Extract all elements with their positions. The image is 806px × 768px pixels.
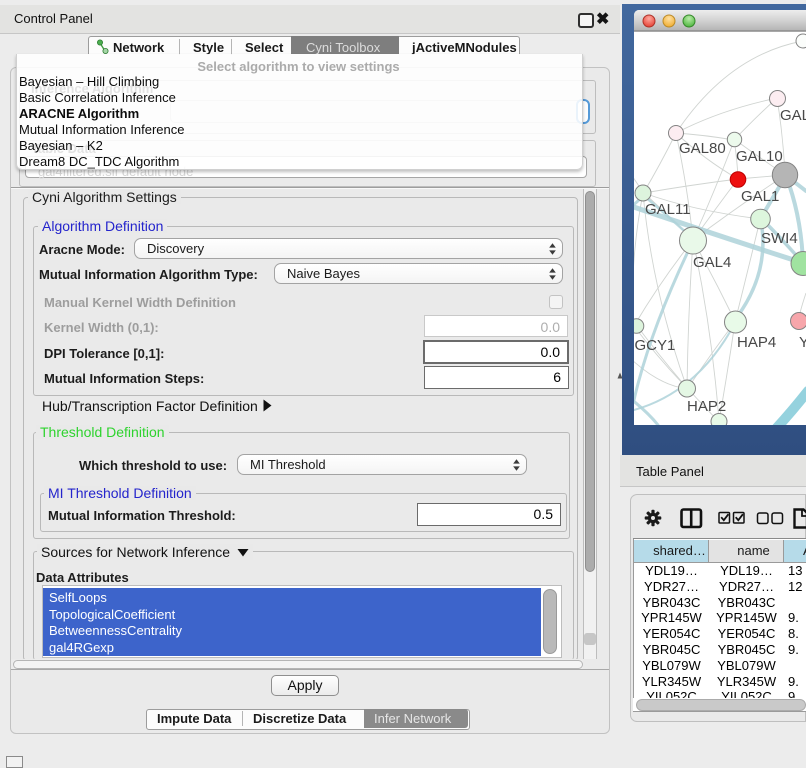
svg-text:GCY1: GCY1: [635, 337, 676, 354]
svg-text:GAL4: GAL4: [693, 254, 731, 271]
svg-text:HAP4: HAP4: [737, 334, 776, 351]
svg-text:Y: Y: [799, 334, 806, 351]
svg-text:GAL80: GAL80: [679, 140, 726, 157]
svg-text:GAL1: GAL1: [741, 188, 779, 205]
svg-text:HAP2: HAP2: [687, 398, 726, 415]
svg-text:GAL10: GAL10: [736, 148, 783, 165]
svg-text:GAL11: GAL11: [645, 201, 691, 218]
svg-text:SWI4: SWI4: [761, 230, 798, 247]
svg-text:GAL7: GAL7: [780, 107, 806, 124]
